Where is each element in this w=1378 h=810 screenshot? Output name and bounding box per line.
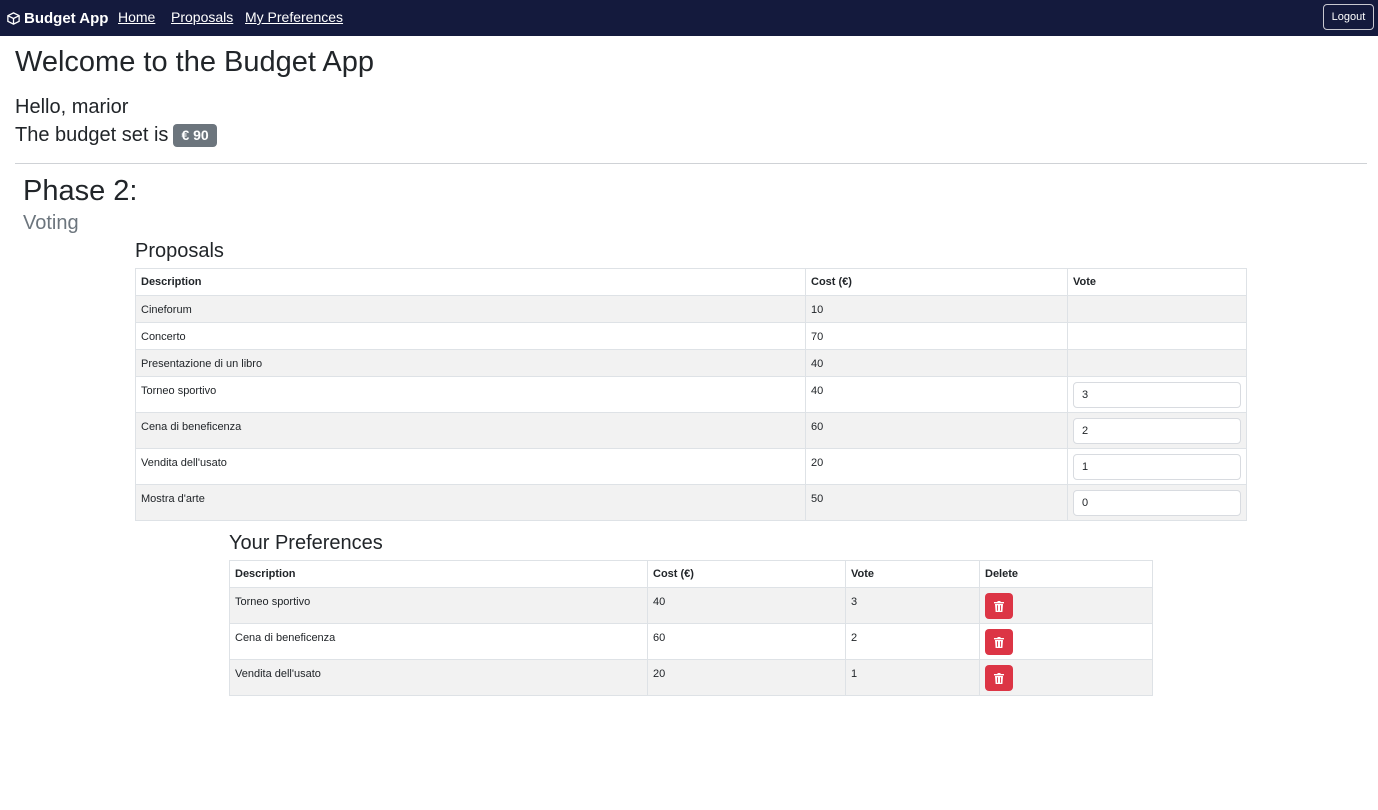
column-header-cost: Cost (€) [805, 268, 1068, 296]
box-seam-icon [7, 11, 20, 25]
table-row: Mostra d'arte 50 [135, 484, 1247, 521]
proposal-description: Concerto [141, 331, 186, 343]
table-row: Cineforum 10 [135, 295, 1247, 323]
delete-button[interactable] [985, 629, 1013, 655]
budget-line: The budget set is € 90 [15, 124, 217, 147]
nav-link-proposals[interactable]: Proposals [171, 9, 233, 25]
brand[interactable]: Budget App [6, 8, 108, 28]
vote-cell-empty [1067, 295, 1247, 323]
proposal-description: Mostra d'arte [141, 493, 205, 505]
trash-icon [994, 636, 1004, 648]
delete-button[interactable] [985, 593, 1013, 619]
phase-title: Phase 2: [23, 175, 138, 207]
column-header-description: Description [135, 268, 806, 296]
page-title: Welcome to the Budget App [15, 46, 374, 78]
column-header-description: Description [229, 560, 648, 588]
brand-name: Budget App [24, 9, 109, 27]
trash-icon [994, 600, 1004, 612]
preference-cost: 40 [653, 596, 666, 608]
table-row: Cena di beneficenza 60 2 [229, 623, 1153, 660]
table-row: Torneo sportivo 40 [135, 376, 1247, 413]
table-row: Presentazione di un libro 40 [135, 349, 1247, 377]
column-header-vote: Vote [1067, 268, 1247, 296]
preferences-table: Description Cost (€) Vote Delete Torneo … [229, 560, 1153, 696]
budget-label: The budget set is [15, 124, 169, 146]
delete-button[interactable] [985, 665, 1013, 691]
proposal-cost: 40 [811, 358, 824, 370]
nav-link-my-preferences[interactable]: My Preferences [245, 9, 343, 25]
vote-cell-empty [1067, 322, 1247, 350]
column-header-vote: Vote [845, 560, 980, 588]
vote-input[interactable] [1073, 382, 1241, 408]
table-row: Vendita dell'usato 20 [135, 448, 1247, 485]
preference-vote: 1 [851, 668, 858, 680]
proposal-cost: 70 [811, 331, 824, 343]
phase-subtitle: Voting [23, 212, 79, 234]
table-row: Vendita dell'usato 20 1 [229, 659, 1153, 696]
proposal-cost: 60 [811, 421, 824, 433]
proposal-description: Vendita dell'usato [141, 457, 227, 469]
column-header-delete: Delete [979, 560, 1153, 588]
proposal-cost: 50 [811, 493, 824, 505]
proposals-table: Description Cost (€) Vote Cineforum 10 C… [135, 268, 1247, 521]
trash-icon [994, 672, 1004, 684]
budget-badge: € 90 [173, 124, 217, 147]
proposals-title: Proposals [135, 240, 224, 262]
preferences-title: Your Preferences [229, 532, 383, 554]
preference-cost: 60 [653, 632, 666, 644]
vote-input[interactable] [1073, 490, 1241, 516]
proposal-description: Cineforum [141, 304, 192, 316]
proposal-cost: 40 [811, 385, 824, 397]
preference-description: Torneo sportivo [235, 596, 311, 608]
divider [15, 163, 1367, 164]
preference-description: Vendita dell'usato [235, 668, 321, 680]
logout-button[interactable]: Logout [1323, 4, 1374, 30]
vote-cell-empty [1067, 349, 1247, 377]
preference-cost: 20 [653, 668, 666, 680]
greeting: Hello, marior [15, 96, 129, 118]
table-row: Torneo sportivo 40 3 [229, 587, 1153, 624]
preference-vote: 2 [851, 632, 858, 644]
preference-vote: 3 [851, 596, 858, 608]
proposal-description: Cena di beneficenza [141, 421, 242, 433]
nav-link-home[interactable]: Home [118, 9, 155, 25]
proposal-description: Torneo sportivo [141, 385, 217, 397]
table-row: Cena di beneficenza 60 [135, 412, 1247, 449]
table-row: Concerto 70 [135, 322, 1247, 350]
navbar: Budget App Home Proposals My Preferences… [0, 0, 1378, 36]
preference-description: Cena di beneficenza [235, 632, 336, 644]
proposal-cost: 20 [811, 457, 824, 469]
proposal-description: Presentazione di un libro [141, 358, 263, 370]
vote-input[interactable] [1073, 418, 1241, 444]
vote-input[interactable] [1073, 454, 1241, 480]
proposal-cost: 10 [811, 304, 824, 316]
column-header-cost: Cost (€) [647, 560, 846, 588]
